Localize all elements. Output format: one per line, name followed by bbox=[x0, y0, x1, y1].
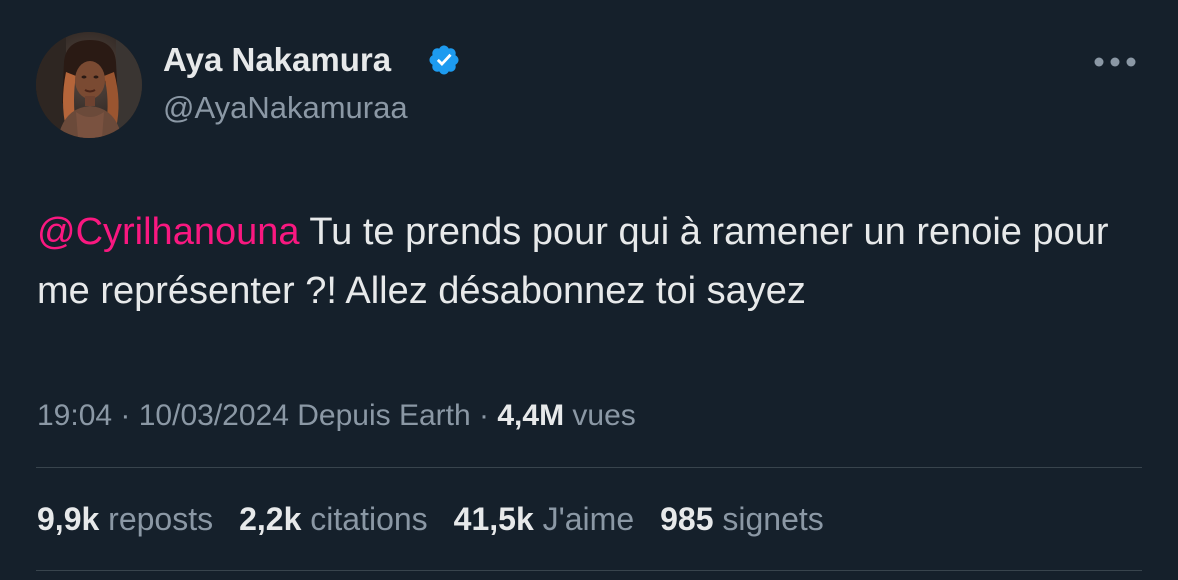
bookmarks-count: 985 bbox=[660, 501, 714, 537]
reposts-label: reposts bbox=[108, 501, 214, 537]
bookmarks-label: signets bbox=[722, 501, 824, 537]
engagement-stats: 9,9k reposts 2,2k citations 41,5k J'aime… bbox=[37, 498, 824, 540]
avatar-image bbox=[36, 32, 142, 138]
verified-badge-icon bbox=[429, 45, 459, 75]
quotes-label: citations bbox=[310, 501, 428, 537]
tweet-time[interactable]: 19:04 bbox=[37, 399, 112, 432]
author-handle[interactable]: @AyaNakamuraa bbox=[163, 88, 408, 128]
tweet-text: @Cyrilhanouna Tu te prends pour qui à ra… bbox=[37, 203, 1147, 321]
avatar[interactable] bbox=[36, 32, 142, 138]
likes-stat[interactable]: 41,5k J'aime bbox=[454, 498, 634, 540]
more-horizontal-icon bbox=[1094, 57, 1136, 67]
meta-separator: · bbox=[112, 399, 139, 432]
tweet-detail: Aya Nakamura @AyaNakamuraa @Cyrilhanouna… bbox=[0, 0, 1178, 580]
divider bbox=[36, 467, 1142, 468]
divider bbox=[36, 570, 1142, 571]
more-options-button[interactable] bbox=[1090, 44, 1140, 80]
reposts-stat[interactable]: 9,9k reposts bbox=[37, 498, 213, 540]
author-name[interactable]: Aya Nakamura bbox=[163, 40, 391, 80]
reposts-count: 9,9k bbox=[37, 501, 100, 537]
tweet-date[interactable]: 10/03/2024 bbox=[139, 399, 289, 432]
views-count: 4,4M bbox=[497, 399, 565, 432]
views-label: vues bbox=[572, 399, 636, 432]
meta-separator: · bbox=[470, 399, 498, 432]
likes-count: 41,5k bbox=[453, 501, 534, 537]
likes-label: J'aime bbox=[542, 501, 635, 537]
quotes-stat[interactable]: 2,2k citations bbox=[239, 498, 428, 540]
tweet-meta: 19:04 · 10/03/2024 Depuis Earth · 4,4M v… bbox=[37, 396, 636, 436]
bookmarks-stat[interactable]: 985 signets bbox=[660, 498, 824, 540]
tweet-source: Depuis Earth bbox=[297, 399, 471, 432]
quotes-count: 2,2k bbox=[239, 501, 302, 537]
mention-link[interactable]: @Cyrilhanouna bbox=[37, 211, 300, 253]
